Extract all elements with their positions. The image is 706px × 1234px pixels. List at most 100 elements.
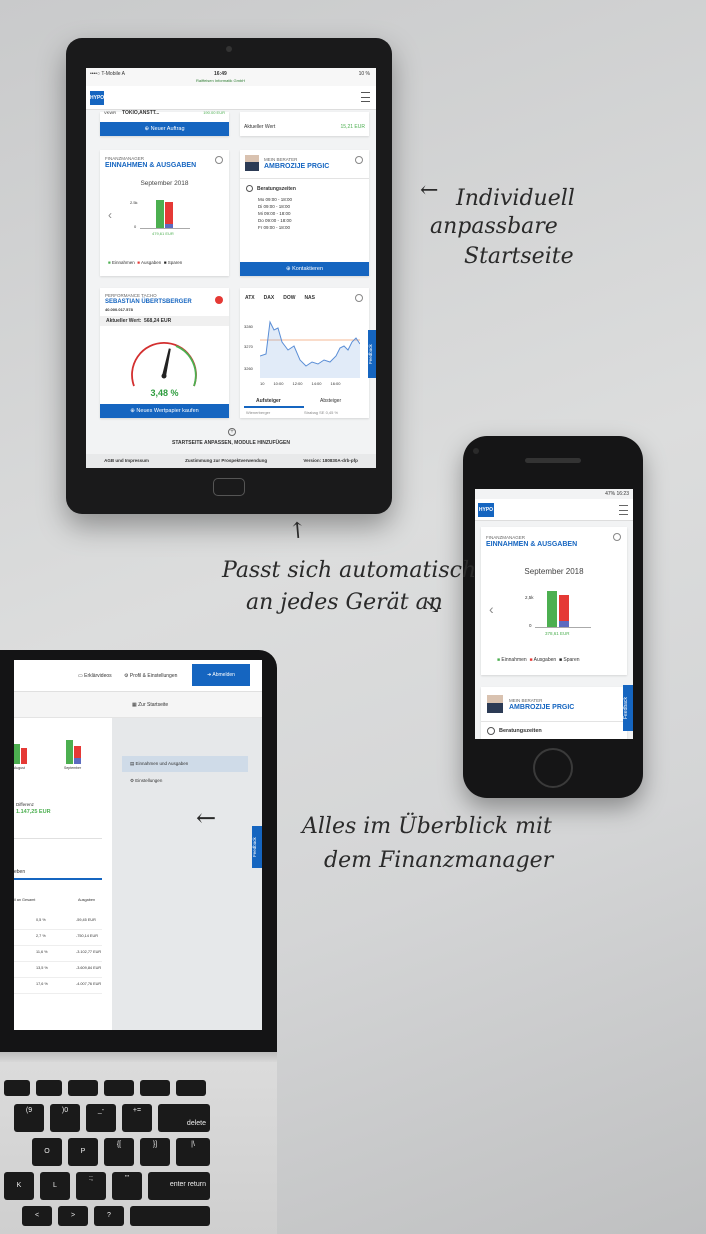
menu-item-settings[interactable]: ⚙ Einstellungen (122, 774, 248, 788)
key[interactable]: "' (112, 1172, 142, 1200)
advisor-gear-icon[interactable] (355, 156, 363, 164)
performance-name: SEBASTIAN ÜBERTSBERGER (105, 299, 192, 305)
key[interactable]: _- (86, 1104, 116, 1132)
menu-icon[interactable] (361, 92, 370, 102)
tab-dax[interactable]: DAX (264, 295, 275, 301)
key[interactable] (36, 1080, 62, 1096)
y-top: 2,5k (525, 595, 534, 600)
phone-home-button[interactable] (533, 748, 573, 788)
loser-row: Strabag SE 0,45 % (304, 410, 338, 415)
chevron-left-icon[interactable]: ‹ (108, 208, 112, 222)
shift-key[interactable] (130, 1206, 210, 1226)
phone-speaker (525, 458, 581, 463)
gauge-percent: 3,48 % (150, 388, 179, 398)
key[interactable]: }] (140, 1138, 170, 1166)
gauge-needle (162, 348, 171, 377)
tab-dow[interactable]: DOW (283, 295, 295, 301)
delete-key[interactable]: delete (158, 1104, 210, 1132)
tablet-arrow-icon: ← (420, 178, 439, 203)
y-top: 2.5k (130, 200, 138, 205)
menu-item-income-expenses[interactable]: ▤ Einnahmen und Ausgaben (122, 756, 248, 772)
bar-label: September (64, 766, 82, 770)
tab-losers[interactable]: Absteiger (320, 398, 341, 404)
settings-gear-icon[interactable] (215, 156, 223, 164)
return-key[interactable]: enter return (148, 1172, 210, 1200)
bar-august-expense (21, 748, 27, 764)
tab-gainers[interactable]: Aufsteiger (256, 398, 281, 404)
feedback-tab[interactable]: Feedback (368, 330, 376, 378)
account-number: 40.000.017.578 (105, 307, 133, 312)
cell-share: 2,7 % (36, 934, 46, 938)
menu-icon[interactable] (619, 505, 628, 515)
value-card: Aktueller Wert 15,21 EUR (240, 112, 369, 136)
home-link[interactable]: ▦ Zur Startseite (132, 702, 168, 708)
key[interactable]: K (4, 1172, 34, 1200)
key[interactable]: :; (76, 1172, 106, 1200)
key[interactable]: |\ (176, 1138, 210, 1166)
nav-videos[interactable]: ▭ Erklärvideos (78, 673, 112, 679)
new-order-button[interactable]: ⊕ Neuer Auftrag (100, 122, 229, 136)
bar-august-income (14, 744, 20, 764)
feedback-tab[interactable]: Feedback (252, 826, 262, 868)
key[interactable] (176, 1080, 206, 1096)
market-gear-icon[interactable] (355, 294, 363, 302)
add-module-icon[interactable]: + (228, 428, 236, 436)
nav-profile[interactable]: ⚙ Profil & Einstellungen (124, 673, 177, 679)
note-line: anpassbare (430, 214, 558, 239)
key[interactable] (4, 1080, 30, 1096)
customize-link[interactable]: STARTSEITE ANPASSEN, MODULE HINZUFÜGEN (86, 440, 376, 446)
tablet-home-button[interactable] (213, 478, 245, 496)
legend-expenses: Ausgaben (533, 657, 557, 663)
hours-row: Mi 09:00 - 18:00 (258, 210, 292, 217)
key[interactable]: L (40, 1172, 70, 1200)
tab-nas[interactable]: NAS (304, 295, 315, 301)
new-order-label: Neuer Auftrag (150, 126, 185, 132)
key[interactable]: P (68, 1138, 98, 1166)
buy-security-button[interactable]: ⊕ Neues Wertpapier kaufen (100, 404, 229, 418)
performance-value: 568,24 EUR (144, 318, 172, 324)
category-tab[interactable]: eben (14, 869, 25, 875)
key[interactable] (140, 1080, 170, 1096)
cell-amount: -4.007,76 EUR (76, 982, 102, 986)
x-tick: 10:00 (273, 381, 284, 386)
chevron-left-icon[interactable]: ‹ (489, 601, 494, 617)
key[interactable]: (9 (14, 1104, 44, 1132)
gainer-row: Wienerberger (246, 410, 270, 415)
hypo-logo[interactable]: HYPO (478, 503, 494, 517)
home-link-label: Zur Startseite (138, 702, 169, 708)
settings-gear-icon[interactable] (613, 533, 621, 541)
key[interactable]: += (122, 1104, 152, 1132)
performance-value-label: Aktueller Wert: (106, 318, 142, 324)
hypo-logo[interactable]: HYPO (90, 91, 104, 105)
phone-finance-card: FINANZMANAGER EINNAHMEN & AUSGABEN Septe… (481, 527, 627, 675)
key[interactable]: )0 (50, 1104, 80, 1132)
finance-title: EINNAHMEN & AUSGABEN (105, 162, 197, 169)
tab-atx[interactable]: ATX (245, 295, 255, 301)
hours-title: Beratungszeiten (499, 728, 542, 734)
current-value-label: Aktueller Wert (244, 124, 276, 130)
key[interactable]: ? (94, 1206, 124, 1226)
key[interactable]: {[ (104, 1138, 134, 1166)
alert-gear-icon[interactable] (215, 296, 223, 304)
footer-link[interactable]: AGB und Impressum (104, 454, 149, 468)
laptop-main: August September Differenz 1.147,25 EUR … (14, 718, 112, 1030)
logout-button[interactable]: ➜ Abmelden (192, 664, 250, 686)
y-tick: 3270 (244, 344, 253, 349)
key[interactable]: > (58, 1206, 88, 1226)
contact-button[interactable]: ⊕ Kontaktieren (240, 262, 369, 276)
key[interactable]: O (32, 1138, 62, 1166)
key[interactable]: < (22, 1206, 52, 1226)
key[interactable] (68, 1080, 98, 1096)
laptop-screen: ▭ Erklärvideos ⚙ Profil & Einstellungen … (14, 660, 262, 1030)
note-line: Passt sich automatisch (222, 558, 477, 583)
note-line: dem Finanzmanager (324, 848, 554, 873)
current-value: 15,21 EUR (340, 124, 365, 130)
feedback-tab[interactable]: Feedback (623, 685, 633, 731)
legend-income: Einnahmen (501, 657, 527, 663)
table-row: 13,5 % -3.609,84 EUR (14, 962, 102, 978)
key[interactable] (104, 1080, 134, 1096)
phone-arrow-up-icon: ↖ (282, 514, 313, 547)
order-name: TOKIO,ANSTT... (122, 110, 160, 116)
footer-link[interactable]: Zustimmung zur Prospektverwendung (185, 454, 267, 468)
difference-label: Differenz (16, 802, 34, 807)
